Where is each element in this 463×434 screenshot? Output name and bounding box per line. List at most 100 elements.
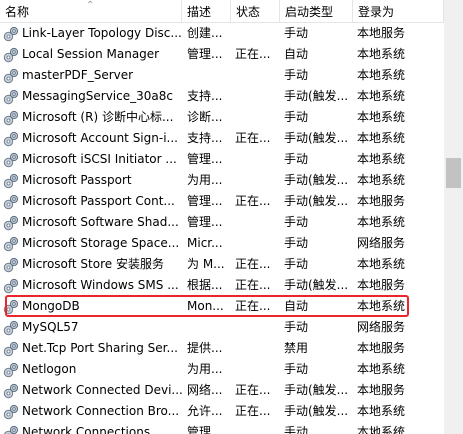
- gear-icon: [3, 320, 19, 336]
- service-row[interactable]: Microsoft Storage Space... Micr... 手动 网络服务: [0, 233, 444, 254]
- service-row[interactable]: Microsoft Passport 为用... 手动(触发... 本地系统: [0, 170, 444, 191]
- service-startup-type: 手动: [284, 320, 309, 334]
- service-row[interactable]: Microsoft Account Sign-i... 支持... 正在... 手动(…: [0, 128, 444, 149]
- service-description: 支持...: [187, 131, 223, 145]
- service-description: 为用...: [187, 173, 223, 187]
- service-description: 管理...: [187, 194, 223, 208]
- gear-icon: [3, 383, 19, 399]
- service-startup-type: 手动: [284, 236, 309, 250]
- gear-icon: [3, 194, 19, 210]
- service-startup-type: 自动: [284, 47, 309, 61]
- service-description: [187, 317, 231, 338]
- service-name: Microsoft Store 安装服务: [22, 257, 164, 271]
- gear-icon: [3, 236, 19, 252]
- service-row[interactable]: Microsoft Software Shad... 管理... 手动 本地系统: [0, 212, 444, 233]
- service-logon-as: 本地服务: [357, 383, 406, 397]
- service-row[interactable]: Network Connected Devi... 网络... 正在... 手动(触发…: [0, 380, 444, 401]
- service-logon-as: 本地系统: [357, 173, 406, 187]
- service-status: 正在...: [235, 47, 271, 61]
- column-header-status[interactable]: 状态: [231, 0, 280, 22]
- service-description: 管理...: [187, 215, 223, 229]
- service-startup-type: 禁用: [284, 341, 309, 355]
- gear-icon: [3, 278, 19, 294]
- service-description: 为用...: [187, 362, 223, 376]
- service-status: [235, 317, 279, 338]
- service-status: 正在...: [235, 257, 271, 271]
- column-header-startup-label: 启动类型: [285, 5, 334, 19]
- service-name: Microsoft (R) 诊断中心标...: [22, 110, 174, 124]
- column-header-name-label: 名称: [5, 5, 30, 19]
- service-logon-as: 网络服务: [357, 320, 406, 334]
- service-description: 提供...: [187, 341, 223, 355]
- service-name: Microsoft Passport Cont...: [22, 194, 175, 208]
- column-header-desc[interactable]: 描述: [182, 0, 231, 22]
- service-row[interactable]: Microsoft (R) 诊断中心标... 诊断... 手动 本地系统: [0, 107, 444, 128]
- service-row[interactable]: Link-Layer Topology Disc... 创建... 手动 本地服务: [0, 23, 444, 44]
- service-logon-as: 本地系统: [357, 404, 406, 418]
- service-startup-type: 手动: [284, 362, 309, 376]
- gear-icon: [3, 362, 19, 378]
- column-header-status-label: 状态: [236, 5, 261, 19]
- service-row[interactable]: Microsoft iSCSI Initiator ... 管理... 手动 本地系统: [0, 149, 444, 170]
- gear-icon: [3, 173, 19, 189]
- service-description: 创建...: [187, 26, 223, 40]
- service-status: 正在...: [235, 131, 271, 145]
- service-row[interactable]: Net.Tcp Port Sharing Ser... 提供... 禁用 本地服务: [0, 338, 444, 359]
- service-description: 允许...: [187, 404, 223, 418]
- service-logon-as: 本地系统: [357, 110, 406, 124]
- service-row[interactable]: Microsoft Windows SMS ... 根据... 正在... 手动(触发…: [0, 275, 444, 296]
- service-logon-as: 本地系统: [357, 68, 406, 82]
- column-header-desc-label: 描述: [187, 5, 212, 19]
- service-row[interactable]: MySQL57 手动 网络服务: [0, 317, 444, 338]
- service-logon-as: 本地系统: [357, 362, 406, 376]
- column-header-startup[interactable]: 启动类型: [280, 0, 353, 22]
- column-header-name[interactable]: 名称 ⌃: [0, 0, 182, 22]
- service-row[interactable]: Network Connections 管理... 手动 本地系统: [0, 422, 444, 434]
- service-status: [235, 422, 279, 434]
- service-row[interactable]: Network Connection Bro... 允许... 正在... 手动(触发…: [0, 401, 444, 422]
- service-status: [235, 212, 279, 233]
- gear-icon: [3, 425, 19, 434]
- service-status: [235, 23, 279, 44]
- service-name: Microsoft Windows SMS ...: [22, 278, 179, 292]
- service-name: MySQL57: [22, 320, 79, 334]
- service-status: [235, 65, 279, 86]
- services-window: 名称 ⌃ 描述 状态 启动类型 登录为 Link-Layer Topology …: [0, 0, 463, 434]
- service-startup-type: 手动: [284, 425, 309, 434]
- service-name: Network Connected Devi...: [22, 383, 182, 397]
- service-name: masterPDF_Server: [22, 68, 134, 82]
- service-logon-as: 本地服务: [357, 194, 406, 208]
- service-logon-as: 本地服务: [357, 341, 406, 355]
- service-description: 支持...: [187, 89, 223, 103]
- service-startup-type: 手动(触发...: [284, 383, 349, 397]
- vertical-scrollbar[interactable]: [444, 0, 463, 434]
- gear-icon: [3, 89, 19, 105]
- service-description: 网络...: [187, 383, 223, 397]
- service-logon-as: 本地系统: [357, 215, 406, 229]
- service-row[interactable]: MessagingService_30a8c 支持... 手动(触发... 本地系统: [0, 86, 444, 107]
- service-row[interactable]: masterPDF_Server 手动 本地系统: [0, 65, 444, 86]
- service-row[interactable]: Local Session Manager 管理... 正在... 自动 本地系统: [0, 44, 444, 65]
- service-startup-type: 手动(触发...: [284, 89, 349, 103]
- scrollbar-thumb[interactable]: [446, 158, 461, 188]
- service-row[interactable]: Microsoft Store 安装服务 为 M... 正在... 手动 本地系统: [0, 254, 444, 275]
- gear-icon: [3, 131, 19, 147]
- gear-icon: [3, 299, 19, 315]
- gear-icon: [3, 26, 19, 42]
- service-startup-type: 手动: [284, 110, 309, 124]
- service-row[interactable]: MongoDB Mon... 正在... 自动 本地系统: [0, 296, 444, 317]
- service-description: Mon...: [187, 299, 224, 313]
- service-name: Local Session Manager: [22, 47, 160, 61]
- service-startup-type: 手动(触发...: [284, 194, 349, 208]
- service-startup-type: 手动: [284, 152, 309, 166]
- service-logon-as: 本地系统: [357, 131, 406, 145]
- gear-icon: [3, 68, 19, 84]
- column-header-logon[interactable]: 登录为: [353, 0, 444, 22]
- service-logon-as: 本地系统: [357, 257, 406, 271]
- service-status: [235, 149, 279, 170]
- service-startup-type: 手动: [284, 26, 309, 40]
- service-row[interactable]: Netlogon 为用... 手动 本地系统: [0, 359, 444, 380]
- service-row[interactable]: Microsoft Passport Cont... 管理... 正在... 手动(触…: [0, 191, 444, 212]
- service-description: 根据...: [187, 278, 223, 292]
- gear-icon: [3, 257, 19, 273]
